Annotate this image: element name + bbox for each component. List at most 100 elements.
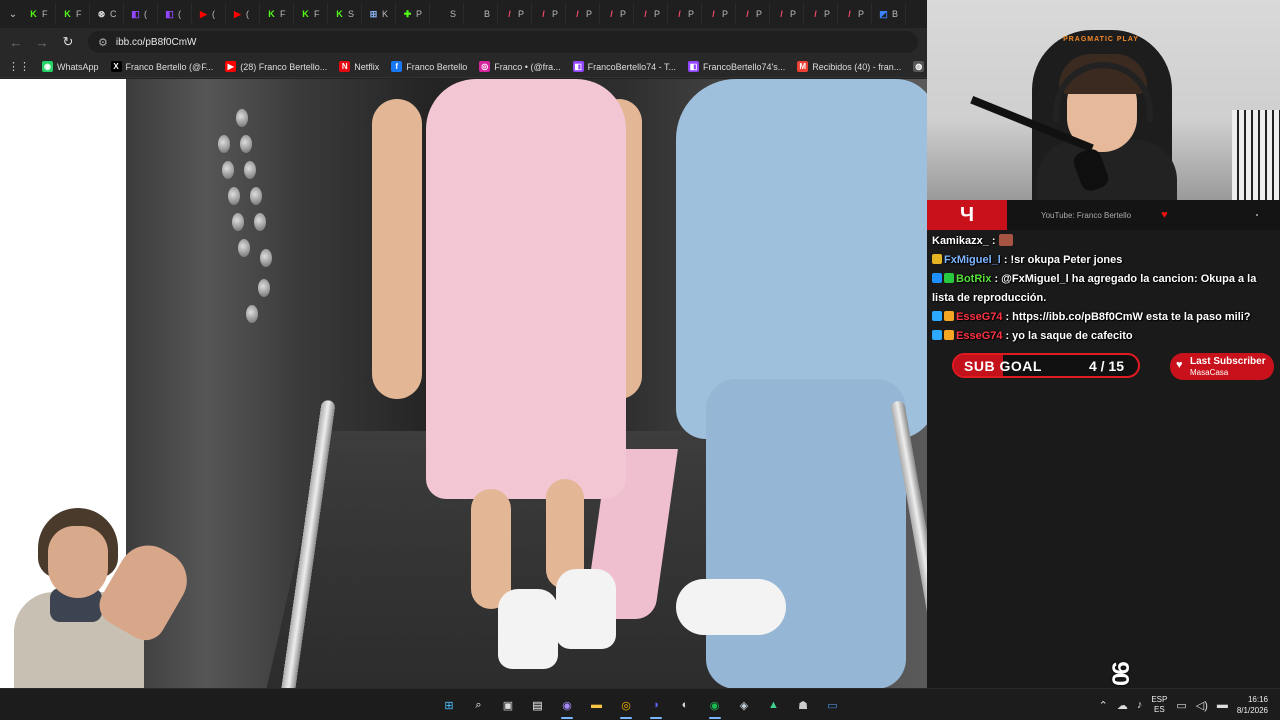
tab-favicon-icon: K <box>336 8 343 19</box>
chat-separator: : <box>1005 311 1010 323</box>
chat-username: Kamikazx_ <box>932 235 989 247</box>
white-sneaker-right <box>556 569 616 649</box>
elevator-photo[interactable] <box>126 79 927 688</box>
browser-tab[interactable]: / P <box>566 3 600 25</box>
channel-logo: Ч <box>927 200 1007 230</box>
browser-tab[interactable]: B <box>464 3 498 25</box>
chrome-icon[interactable]: ◎ <box>617 696 635 714</box>
tab-favicon-icon <box>436 9 447 20</box>
bookmark-item[interactable]: ◎ Franco • (@fra... <box>479 61 561 72</box>
site-info-icon[interactable]: ⚙ <box>98 36 108 49</box>
browser-tab[interactable]: / P <box>770 3 804 25</box>
browser-tab[interactable]: ◩ B <box>872 3 906 25</box>
browser-tab[interactable]: / P <box>668 3 702 25</box>
clock[interactable]: 16:16 8/1/2026 <box>1237 694 1268 716</box>
obs-icon[interactable]: ◉ <box>558 696 576 714</box>
browser-tab[interactable]: / P <box>498 3 532 25</box>
volume-icon[interactable]: ◁) <box>1196 699 1208 712</box>
browser-tab[interactable]: KF <box>56 3 90 25</box>
tab-favicon-icon: ⊗ <box>97 8 106 19</box>
back-arrow-icon[interactable]: ← <box>6 32 26 52</box>
browser-tab[interactable]: KS <box>328 3 362 25</box>
chat-separator: : <box>994 273 999 285</box>
tab-favicon-icon: ◩ <box>879 8 888 19</box>
bookmark-item[interactable]: f Franco Bertello <box>391 61 467 72</box>
github-desktop-icon[interactable]: ◐ <box>676 696 694 714</box>
microphone-icon[interactable]: ♪ <box>1137 699 1143 711</box>
bookmark-item[interactable]: ▶ (28) Franco Bertello... <box>225 61 327 72</box>
reload-icon[interactable]: ↻ <box>58 32 78 52</box>
browser-tab[interactable]: KF <box>260 3 294 25</box>
forward-arrow-icon[interactable]: → <box>32 32 52 52</box>
tab-title: P <box>824 9 831 19</box>
browser-tab[interactable]: ◧( <box>158 3 192 25</box>
tab-title: ( <box>212 9 215 19</box>
browser-tab[interactable]: KF <box>294 3 328 25</box>
tab-title: F <box>314 9 320 19</box>
people-icon[interactable]: ☗ <box>794 696 812 714</box>
tab-favicon-icon: K <box>268 8 275 19</box>
windows-start-icon[interactable]: ⊞ <box>440 696 458 714</box>
address-url[interactable]: ibb.co/pB8f0CmW <box>116 37 197 48</box>
bookmark-item[interactable]: X Franco Bertello (@F... <box>110 61 213 72</box>
browser-tab[interactable]: KF <box>22 3 56 25</box>
cloud-icon[interactable]: ☁ <box>1117 699 1128 712</box>
store-icon[interactable]: ▤ <box>529 696 547 714</box>
whatsapp-icon: ◉ <box>42 61 53 72</box>
bookmark-item[interactable]: ◧ FrancoBertello74's... <box>687 61 786 72</box>
browser-tab[interactable]: / P <box>702 3 736 25</box>
bookmark-item[interactable]: M Recibidos (40) - fran... <box>797 61 901 72</box>
browser-tab[interactable]: ◧( <box>124 3 158 25</box>
network-icon[interactable]: ▭ <box>1176 699 1186 712</box>
browser-tab[interactable]: / P <box>600 3 634 25</box>
tab-title: F <box>76 9 82 19</box>
tab-title: P <box>620 9 627 19</box>
browser-tab[interactable]: ▶( <box>192 3 226 25</box>
browser-tab[interactable]: / P <box>634 3 668 25</box>
bookmark-item[interactable]: ◉ WhatsApp <box>42 61 99 72</box>
spotify-icon[interactable]: ◉ <box>706 696 724 714</box>
search-icon[interactable]: ⌕ <box>470 696 488 714</box>
browser-tab[interactable]: / P <box>532 3 566 25</box>
chat-badge-icon <box>944 311 954 321</box>
browser-tab[interactable]: ▶( <box>226 3 260 25</box>
sticker-face <box>48 526 108 598</box>
steam-icon[interactable]: ◈ <box>735 696 753 714</box>
last-subscriber-title: Last Subscriber <box>1190 356 1266 367</box>
browser-tab[interactable]: / P <box>736 3 770 25</box>
browser-tab[interactable]: ✚ P <box>396 3 430 25</box>
bookmark-list: ◉ WhatsApp X Franco Bertello (@F... ▶ (28) Fr… <box>42 61 1000 72</box>
tab-favicon-icon: K <box>302 8 309 19</box>
browser-tab[interactable]: ⊗ C <box>90 3 124 25</box>
remote-desktop-icon[interactable]: ▭ <box>824 696 842 714</box>
character-sticker <box>0 500 198 692</box>
address-bar[interactable]: ⚙ ibb.co/pB8f0CmW <box>88 31 918 53</box>
browser-tab[interactable]: / P <box>838 3 872 25</box>
tab-favicon-icon: / <box>678 8 681 19</box>
chat-message: BotRix: @FxMiguel_l ha agregado la cancio… <box>928 270 1280 308</box>
chevron-up-icon[interactable]: ⌃ <box>1099 699 1108 712</box>
apps-grid-icon[interactable]: ⋮⋮ <box>8 60 30 73</box>
browser-tab[interactable]: ⊞ K <box>362 3 396 25</box>
input-language[interactable]: ESP ES <box>1151 695 1167 715</box>
tab-search-icon[interactable]: ⌄ <box>4 5 22 23</box>
chair-logo-text: PRAGMATIC PLAY <box>1063 36 1139 43</box>
game-launcher-icon[interactable]: ▲ <box>765 696 783 714</box>
bookmark-item[interactable]: N Netflix <box>339 61 379 72</box>
tab-favicon-icon: / <box>576 8 579 19</box>
bookmark-label: FrancoBertello74's... <box>702 61 786 72</box>
bookmark-item[interactable]: ◧ FrancoBertello74 - T... <box>572 61 676 72</box>
tab-favicon-icon: ◧ <box>131 8 140 19</box>
chat-text: https://ibb.co/pB8f0CmW esta te la paso … <box>1012 311 1251 323</box>
youtube-icon: ▶ <box>225 61 237 72</box>
tabs: K F K F ⊗ C ◧(◧(▶(▶(K F K F K S ⊞ K ✚ P S B / P / P / P / P / P / P / P… <box>22 3 906 25</box>
task-view-icon[interactable]: ▣ <box>499 696 517 714</box>
discord-icon[interactable]: ◑ <box>647 696 665 714</box>
file-explorer-icon[interactable]: ▬ <box>588 696 606 714</box>
browser-tab[interactable]: / P <box>804 3 838 25</box>
browser-tab[interactable]: S <box>430 3 464 25</box>
chat-separator: : <box>1003 254 1008 266</box>
battery-icon[interactable]: ▬ <box>1217 699 1228 711</box>
tab-title: F <box>42 9 48 19</box>
chat-text: !sr okupa Peter jones <box>1010 254 1123 266</box>
